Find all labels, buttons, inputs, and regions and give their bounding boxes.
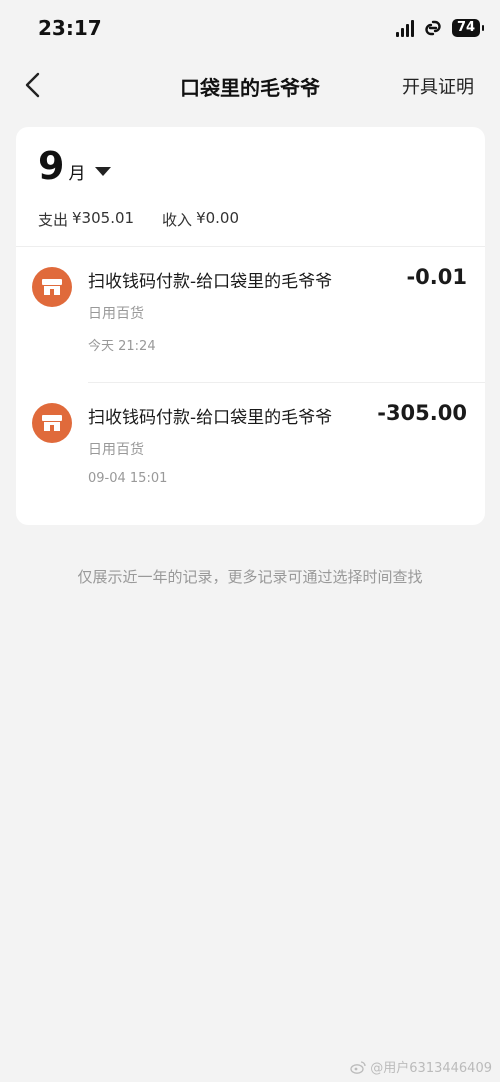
signal-icon [396, 19, 414, 37]
transaction-category: 日用百货 [88, 442, 144, 458]
divider [16, 246, 485, 247]
transaction-amount: -305.00 [377, 401, 467, 425]
month-summary: 支出 ¥305.01 收入 ¥0.00 [38, 209, 239, 230]
month-number: 9 [38, 144, 65, 188]
transaction-row[interactable]: 扫收钱码付款-给口袋里的毛爷爷 -305.00 日用百货 09-04 15:01 [16, 401, 485, 523]
issue-certificate-button[interactable]: 开具证明 [402, 73, 474, 99]
transaction-title: 扫收钱码付款-给口袋里的毛爷爷 [88, 408, 333, 428]
status-bar: 23:17 74 [0, 0, 500, 60]
transaction-row[interactable]: 扫收钱码付款-给口袋里的毛爷爷 -0.01 日用百货 今天 21:24 [16, 265, 485, 387]
income-value: ¥0.00 [196, 209, 240, 227]
link-icon [425, 20, 441, 36]
transaction-amount: -0.01 [406, 265, 467, 289]
transaction-time: 09-04 15:01 [88, 471, 168, 486]
income-label: 收入 [162, 211, 193, 229]
status-icons: 74 [396, 19, 484, 37]
expense-value: ¥305.01 [72, 209, 135, 227]
caret-down-icon [95, 167, 112, 176]
shop-icon [32, 267, 72, 307]
expense-summary: 支出 ¥305.01 [38, 209, 134, 230]
watermark: @用户6313446409 [350, 1057, 492, 1076]
shop-icon [32, 403, 72, 443]
month-selector[interactable]: 9 月 [38, 144, 112, 188]
divider [88, 382, 485, 383]
status-time: 23:17 [38, 16, 102, 40]
records-range-note: 仅展示近一年的记录，更多记录可通过选择时间查找 [77, 568, 423, 586]
battery-icon: 74 [452, 19, 484, 37]
watermark-text: @用户6313446409 [370, 1061, 492, 1076]
transaction-title: 扫收钱码付款-给口袋里的毛爷爷 [88, 272, 333, 292]
transaction-category: 日用百货 [88, 306, 144, 322]
expense-label: 支出 [38, 211, 69, 229]
bill-card: 9 月 支出 ¥305.01 收入 ¥0.00 扫收钱码付款-给口袋里的毛爷爷 … [16, 127, 485, 525]
transaction-time: 今天 21:24 [88, 339, 156, 354]
weibo-icon [350, 1060, 366, 1074]
nav-bar: 口袋里的毛爷爷 开具证明 [0, 60, 500, 110]
income-summary: 收入 ¥0.00 [162, 209, 239, 230]
month-unit: 月 [68, 164, 86, 184]
